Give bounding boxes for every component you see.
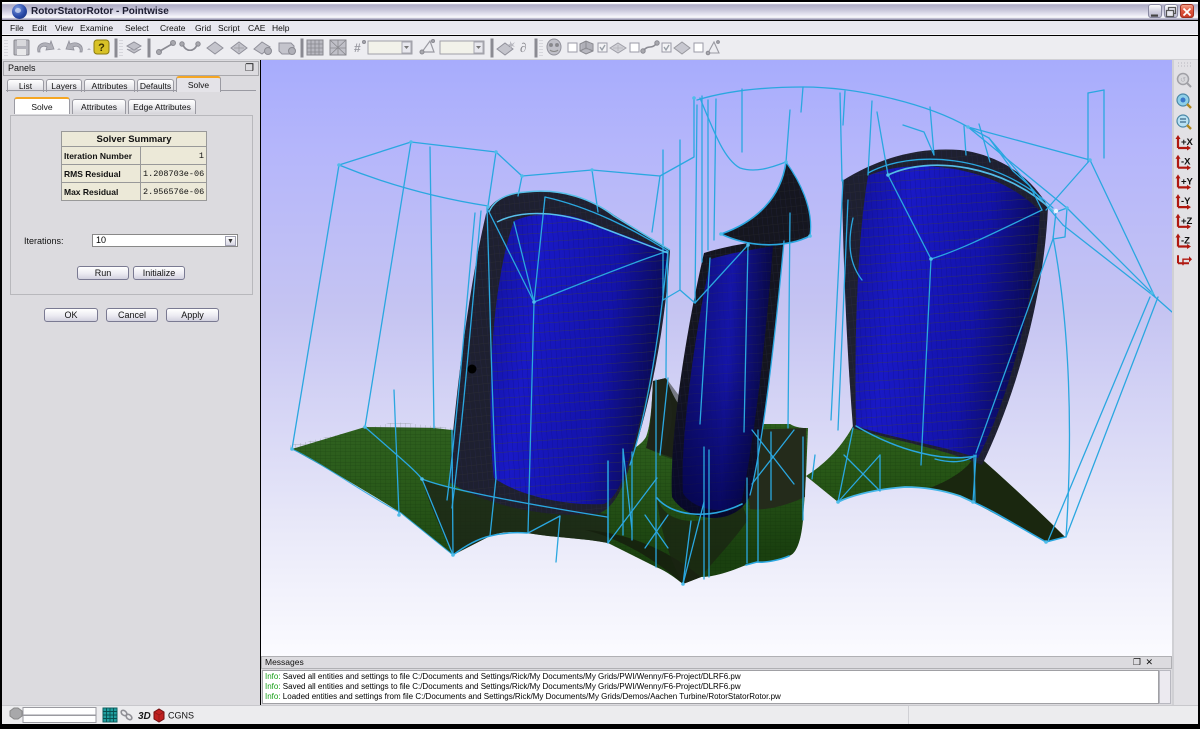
svg-text:+Z: +Z	[1181, 216, 1193, 227]
svg-text:∂: ∂	[520, 40, 526, 55]
svg-text:#: #	[354, 41, 361, 55]
svg-text:+Y: +Y	[1181, 176, 1194, 187]
svg-text:3D: 3D	[138, 711, 151, 722]
svg-text:-Z: -Z	[1181, 236, 1190, 247]
svg-text:CGNS: CGNS	[168, 711, 194, 721]
svg-text:?: ?	[98, 42, 105, 54]
svg-text:↺: ↺	[1180, 77, 1186, 84]
svg-text:+X: +X	[1181, 137, 1194, 148]
svg-text:-Y: -Y	[1181, 196, 1191, 207]
svg-text:-X: -X	[1181, 157, 1191, 168]
